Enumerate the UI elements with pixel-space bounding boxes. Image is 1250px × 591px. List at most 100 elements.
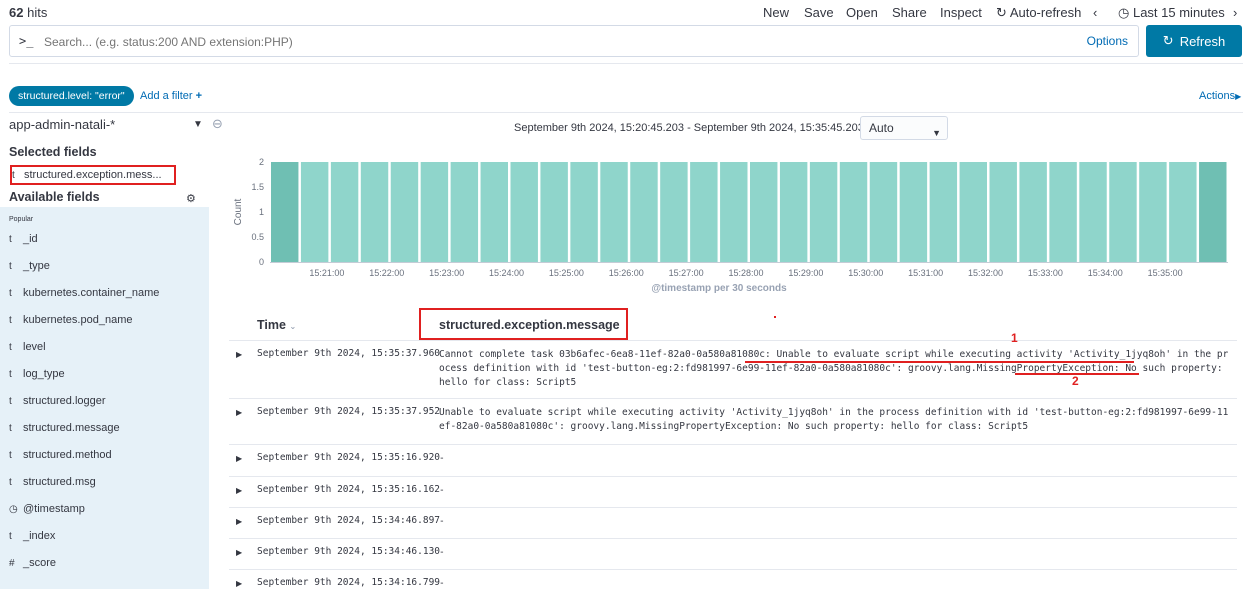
row-message: - — [439, 547, 445, 558]
field-item[interactable]: # _score — [9, 557, 56, 569]
field-item[interactable]: t structured.method — [9, 449, 112, 461]
hits-count: 62 hits — [9, 5, 48, 20]
histogram-bar — [720, 162, 748, 262]
divider — [9, 112, 1243, 113]
field-item[interactable]: t structured.logger — [9, 395, 106, 407]
field-item[interactable]: t structured.msg — [9, 476, 96, 488]
string-type-icon: t — [9, 342, 12, 353]
expand-row-icon[interactable]: ▶ — [236, 548, 242, 557]
histogram-bar — [510, 162, 538, 262]
y-tick-label: 1 — [259, 207, 264, 217]
refresh-button[interactable]: ↻ Refresh — [1146, 25, 1242, 57]
histogram-bar — [300, 162, 329, 262]
column-header-time[interactable]: Time ⌄ — [257, 318, 296, 332]
time-back-button[interactable]: ‹ — [1093, 5, 1097, 20]
x-tick-label: 15:21:00 — [309, 268, 344, 278]
interval-select[interactable]: Auto ▼ — [860, 116, 948, 140]
string-type-icon: t — [9, 315, 12, 326]
search-input[interactable] — [42, 31, 1046, 53]
histogram-bar — [1169, 162, 1197, 262]
inspect-button[interactable]: Inspect — [940, 5, 982, 20]
field-item[interactable]: t _index — [9, 530, 55, 542]
time-picker-button[interactable]: ◷ Last 15 minutes — [1118, 5, 1225, 21]
histogram-bar — [869, 162, 898, 262]
clock-icon: ◷ — [1118, 5, 1130, 20]
chevron-left-icon: ‹ — [1093, 5, 1098, 20]
field-name: kubernetes.container_name — [23, 287, 160, 299]
sort-icon[interactable]: ⌄ — [289, 322, 296, 331]
histogram-bar — [330, 162, 359, 262]
row-divider — [229, 444, 1237, 445]
share-button[interactable]: Share — [892, 5, 927, 20]
string-type-icon: t — [12, 170, 15, 181]
save-button[interactable]: Save — [804, 5, 834, 20]
gear-icon[interactable]: ⚙ — [186, 192, 196, 205]
field-item[interactable]: t _type — [9, 260, 50, 272]
field-item[interactable]: t structured.message — [9, 422, 120, 434]
row-divider — [229, 398, 1237, 399]
x-tick-label: 15:27:00 — [669, 268, 704, 278]
string-type-icon: t — [9, 288, 12, 299]
refresh-icon: ↻ — [1162, 33, 1174, 48]
histogram-bar — [690, 162, 718, 262]
selected-field-item[interactable]: t structured.exception.mess... — [10, 165, 176, 185]
refresh-cycle-icon: ↻ — [996, 5, 1007, 20]
expand-row-icon[interactable]: ▶ — [236, 454, 242, 463]
field-item[interactable]: t level — [9, 341, 46, 353]
annotation-underline-1 — [745, 361, 1134, 363]
plus-icon: + — [195, 90, 203, 102]
histogram-bar — [540, 162, 568, 262]
field-item[interactable]: t kubernetes.container_name — [9, 287, 159, 299]
y-tick-label: 0.5 — [251, 232, 264, 242]
available-fields-title: Available fields — [9, 190, 100, 204]
x-tick-label: 15:26:00 — [609, 268, 644, 278]
row-divider — [229, 569, 1237, 570]
expand-row-icon[interactable]: ▶ — [236, 579, 242, 588]
index-pattern-select[interactable]: app-admin-natali-* — [9, 117, 205, 135]
field-name: log_type — [23, 368, 65, 380]
open-button[interactable]: Open — [846, 5, 878, 20]
caret-down-icon[interactable]: ▼ — [193, 119, 203, 130]
x-tick-label: 15:25:00 — [549, 268, 584, 278]
field-item[interactable]: ◷ @timestamp — [9, 503, 85, 515]
expand-row-icon[interactable]: ▶ — [236, 486, 242, 495]
field-name: @timestamp — [23, 503, 85, 515]
add-filter-link[interactable]: Add a filter + — [140, 90, 202, 102]
histogram-bar — [570, 162, 598, 262]
histogram-bar — [390, 162, 419, 262]
field-item[interactable]: t kubernetes.pod_name — [9, 314, 132, 326]
string-type-icon: t — [9, 234, 12, 245]
y-tick-label: 0 — [259, 257, 264, 267]
field-item[interactable]: t log_type — [9, 368, 65, 380]
annotation-number-1: 1 — [1011, 331, 1018, 345]
x-tick-label: 15:29:00 — [788, 268, 823, 278]
histogram-bar — [929, 162, 958, 262]
selected-fields-title: Selected fields — [9, 145, 97, 159]
divider — [9, 63, 1243, 64]
row-time: September 9th 2024, 15:35:37.960 — [257, 348, 441, 359]
field-name: structured.msg — [23, 476, 96, 488]
field-name: _type — [23, 260, 50, 272]
histogram-bar — [420, 162, 449, 262]
column-header-message[interactable]: structured.exception.message — [439, 318, 620, 332]
row-message: - — [439, 453, 445, 464]
table-header-divider — [229, 340, 1237, 341]
annotation-number-2: 2 — [1072, 374, 1079, 388]
histogram-bar — [271, 162, 299, 262]
expand-row-icon[interactable]: ▶ — [236, 408, 242, 417]
x-tick-label: 15:24:00 — [489, 268, 524, 278]
chevron-down-icon: ▼ — [932, 128, 941, 138]
x-tick-label: 15:35:00 — [1148, 268, 1183, 278]
expand-row-icon[interactable]: ▶ — [236, 350, 242, 359]
histogram-bar — [779, 162, 808, 262]
field-item[interactable]: t _id — [9, 233, 38, 245]
actions-link[interactable]: Actions▶ — [1199, 90, 1241, 102]
new-button[interactable]: New — [763, 5, 789, 20]
field-name: structured.message — [23, 422, 120, 434]
auto-refresh-button[interactable]: ↻ Auto-refresh — [996, 5, 1081, 21]
filter-pill[interactable]: structured.level: "error" — [9, 86, 134, 106]
collapse-sidebar-icon[interactable]: ⊖ — [212, 116, 223, 132]
expand-row-icon[interactable]: ▶ — [236, 517, 242, 526]
time-forward-button[interactable]: › — [1233, 5, 1237, 20]
options-link[interactable]: Options — [1087, 34, 1128, 48]
